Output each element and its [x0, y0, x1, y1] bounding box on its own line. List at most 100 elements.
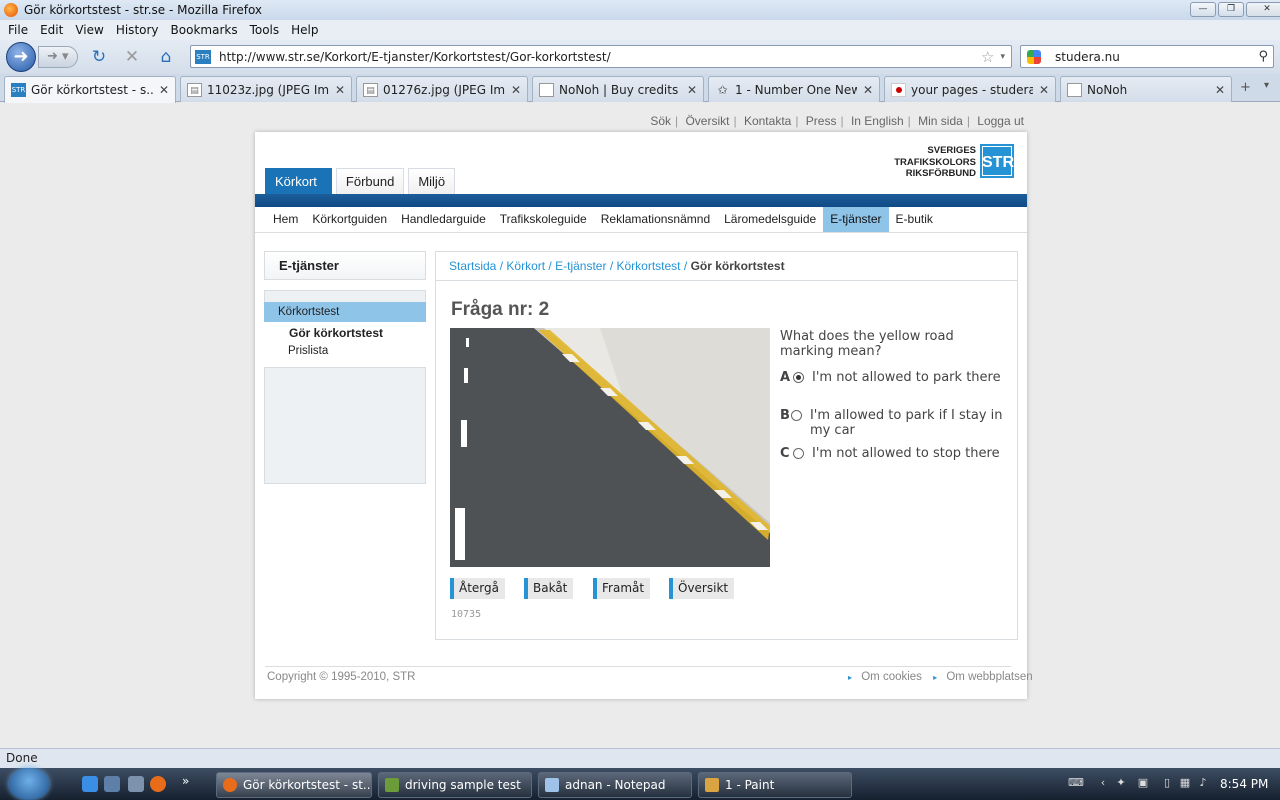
ie-icon[interactable]: [82, 776, 98, 792]
tab-3[interactable]: ▤ 01276z.jpg (JPEG Ima... ✕: [356, 76, 528, 102]
header-bar: [255, 194, 1027, 207]
taskbar-button-notepad[interactable]: adnan - Notepad: [538, 772, 692, 798]
close-tab-icon[interactable]: ✕: [335, 83, 345, 97]
menu-view[interactable]: View: [69, 23, 109, 37]
search-input[interactable]: studera.nu: [1055, 50, 1258, 64]
keyboard-icon[interactable]: ⌨: [1068, 776, 1084, 790]
volume-icon[interactable]: ♪: [1196, 776, 1210, 790]
section-tabs: Körkort Förbund Miljö: [265, 168, 456, 194]
top-link-press[interactable]: Press: [806, 114, 837, 128]
close-window-button[interactable]: ✕: [1246, 2, 1280, 17]
tab-forbund[interactable]: Förbund: [335, 168, 405, 194]
top-link-english[interactable]: In English: [851, 114, 904, 128]
tab-1[interactable]: STR Gör körkortstest - s... ✕: [4, 76, 176, 103]
footer-link-webbplatsen[interactable]: Om webbplatsen: [946, 671, 1032, 683]
close-tab-icon[interactable]: ✕: [863, 83, 873, 97]
menu-bookmarks[interactable]: Bookmarks: [165, 23, 244, 37]
tab-4[interactable]: NoNoh | Buy credits ... ✕: [532, 76, 704, 102]
url-text[interactable]: http://www.str.se/Korkort/E-tjanster/Kor…: [219, 50, 981, 64]
top-link-logga-ut[interactable]: Logga ut: [977, 114, 1024, 128]
back-button[interactable]: ➜: [6, 42, 36, 72]
switch-windows-icon[interactable]: [128, 776, 144, 792]
tray-app-icon-2[interactable]: ▣: [1136, 776, 1150, 790]
option-a-text[interactable]: I'm not allowed to park there: [812, 370, 1001, 385]
close-tab-icon[interactable]: ✕: [687, 83, 697, 97]
option-c-radio[interactable]: [793, 448, 804, 459]
option-b-text[interactable]: I'm allowed to park if I stay in my car: [810, 408, 1010, 438]
tab-miljo[interactable]: Miljö: [408, 168, 456, 194]
atergå-button[interactable]: Återgå: [450, 578, 505, 599]
nav-trafikskoleguide[interactable]: Trafikskoleguide: [493, 207, 594, 232]
menu-tools[interactable]: Tools: [244, 23, 286, 37]
bakat-button[interactable]: Bakåt: [524, 578, 574, 599]
nav-korkortguiden[interactable]: Körkortguiden: [305, 207, 394, 232]
quicklaunch-overflow-icon[interactable]: »: [182, 774, 189, 788]
close-tab-icon[interactable]: ✕: [1039, 83, 1049, 97]
menu-help[interactable]: Help: [285, 23, 324, 37]
close-tab-icon[interactable]: ✕: [1215, 83, 1225, 97]
nav-hem[interactable]: Hem: [266, 207, 305, 232]
menu-file[interactable]: File: [2, 23, 34, 37]
footer-link-cookies[interactable]: Om cookies: [861, 671, 922, 683]
option-c-text[interactable]: I'm not allowed to stop there: [812, 446, 1000, 461]
url-dropdown-icon[interactable]: ▾: [1000, 52, 1005, 62]
nav-e-tjanster[interactable]: E-tjänster: [823, 207, 889, 232]
top-link-sok[interactable]: Sök: [650, 114, 671, 128]
stop-icon[interactable]: ✕: [122, 47, 142, 67]
answer-option-c[interactable]: C I'm not allowed to stop there: [780, 446, 1010, 461]
taskbar-clock[interactable]: 8:54 PM: [1220, 768, 1268, 800]
breadcrumb-startsida[interactable]: Startsida: [449, 259, 496, 273]
firefox-quicklaunch-icon[interactable]: [150, 776, 166, 792]
top-link-oversikt[interactable]: Översikt: [685, 114, 729, 128]
oversikt-button[interactable]: Översikt: [669, 578, 735, 599]
nav-reklamationsnamnd[interactable]: Reklamationsnämnd: [594, 207, 717, 232]
taskbar-button-paint[interactable]: 1 - Paint: [698, 772, 852, 798]
tab-6[interactable]: your pages - studera.... ✕: [884, 76, 1056, 102]
url-bar[interactable]: STR http://www.str.se/Korkort/E-tjanster…: [190, 45, 1012, 68]
bookmark-star-icon[interactable]: ☆: [981, 48, 994, 66]
tab-2[interactable]: ▤ 11023z.jpg (JPEG Ima... ✕: [180, 76, 352, 102]
nav-laromedelsguide[interactable]: Läromedelsguide: [717, 207, 823, 232]
answer-option-b[interactable]: B I'm allowed to park if I stay in my ca…: [780, 408, 1010, 438]
minimize-button[interactable]: —: [1190, 2, 1216, 17]
search-icon[interactable]: ⚲: [1258, 49, 1268, 64]
tab-korkort[interactable]: Körkort: [265, 168, 332, 194]
top-link-kontakta[interactable]: Kontakta: [744, 114, 791, 128]
tab-5[interactable]: ✩ 1 - Number One New... ✕: [708, 76, 880, 102]
option-a-radio[interactable]: [793, 372, 804, 383]
search-bar[interactable]: studera.nu ⚲: [1020, 45, 1274, 68]
breadcrumb-korkort[interactable]: Körkort: [506, 259, 545, 273]
new-tab-icon[interactable]: +: [1240, 80, 1251, 95]
breadcrumb-e-tjanster[interactable]: E-tjänster: [555, 259, 606, 273]
sidebar-item-korkortstest[interactable]: Körkortstest: [264, 302, 426, 322]
tab-7[interactable]: NoNoh ✕: [1060, 76, 1232, 102]
home-icon[interactable]: ⌂: [156, 47, 176, 67]
close-tab-icon[interactable]: ✕: [511, 83, 521, 97]
start-button[interactable]: [9, 768, 49, 800]
sidebar-item-prislista[interactable]: Prislista: [264, 342, 426, 360]
str-logo[interactable]: SVERIGES TRAFIKSKOLORS RIKSFÖRBUND STR: [892, 144, 1014, 180]
sidebar-item-gor-korkortstest[interactable]: Gör körkortstest: [264, 324, 426, 342]
menu-edit[interactable]: Edit: [34, 23, 69, 37]
menu-history[interactable]: History: [110, 23, 165, 37]
usb-icon[interactable]: ▯: [1160, 776, 1174, 790]
breadcrumb-korkortstest[interactable]: Körkortstest: [617, 259, 681, 273]
taskbar-button-word[interactable]: driving sample test: [378, 772, 532, 798]
network-icon[interactable]: ▦: [1178, 776, 1192, 790]
reload-icon[interactable]: ↻: [89, 47, 109, 67]
tab-list-icon[interactable]: ▾: [1264, 80, 1269, 91]
show-desktop-icon[interactable]: [104, 776, 120, 792]
framat-button[interactable]: Framåt: [593, 578, 651, 599]
forward-button[interactable]: ➜ ▾: [38, 46, 78, 68]
option-b-radio[interactable]: [790, 410, 802, 421]
google-search-engine-icon[interactable]: [1027, 49, 1041, 64]
maximize-button[interactable]: ❐: [1218, 2, 1244, 17]
close-tab-icon[interactable]: ✕: [159, 83, 169, 97]
top-link-min-sida[interactable]: Min sida: [918, 114, 963, 128]
answer-option-a[interactable]: A I'm not allowed to park there: [780, 370, 1010, 385]
nav-e-butik[interactable]: E-butik: [889, 207, 940, 232]
nav-handledarguide[interactable]: Handledarguide: [394, 207, 493, 232]
taskbar-button-firefox[interactable]: Gör körkortstest - st...: [216, 772, 372, 798]
tray-expand-icon[interactable]: ‹: [1096, 776, 1110, 790]
tray-app-icon[interactable]: ✦: [1114, 776, 1128, 790]
